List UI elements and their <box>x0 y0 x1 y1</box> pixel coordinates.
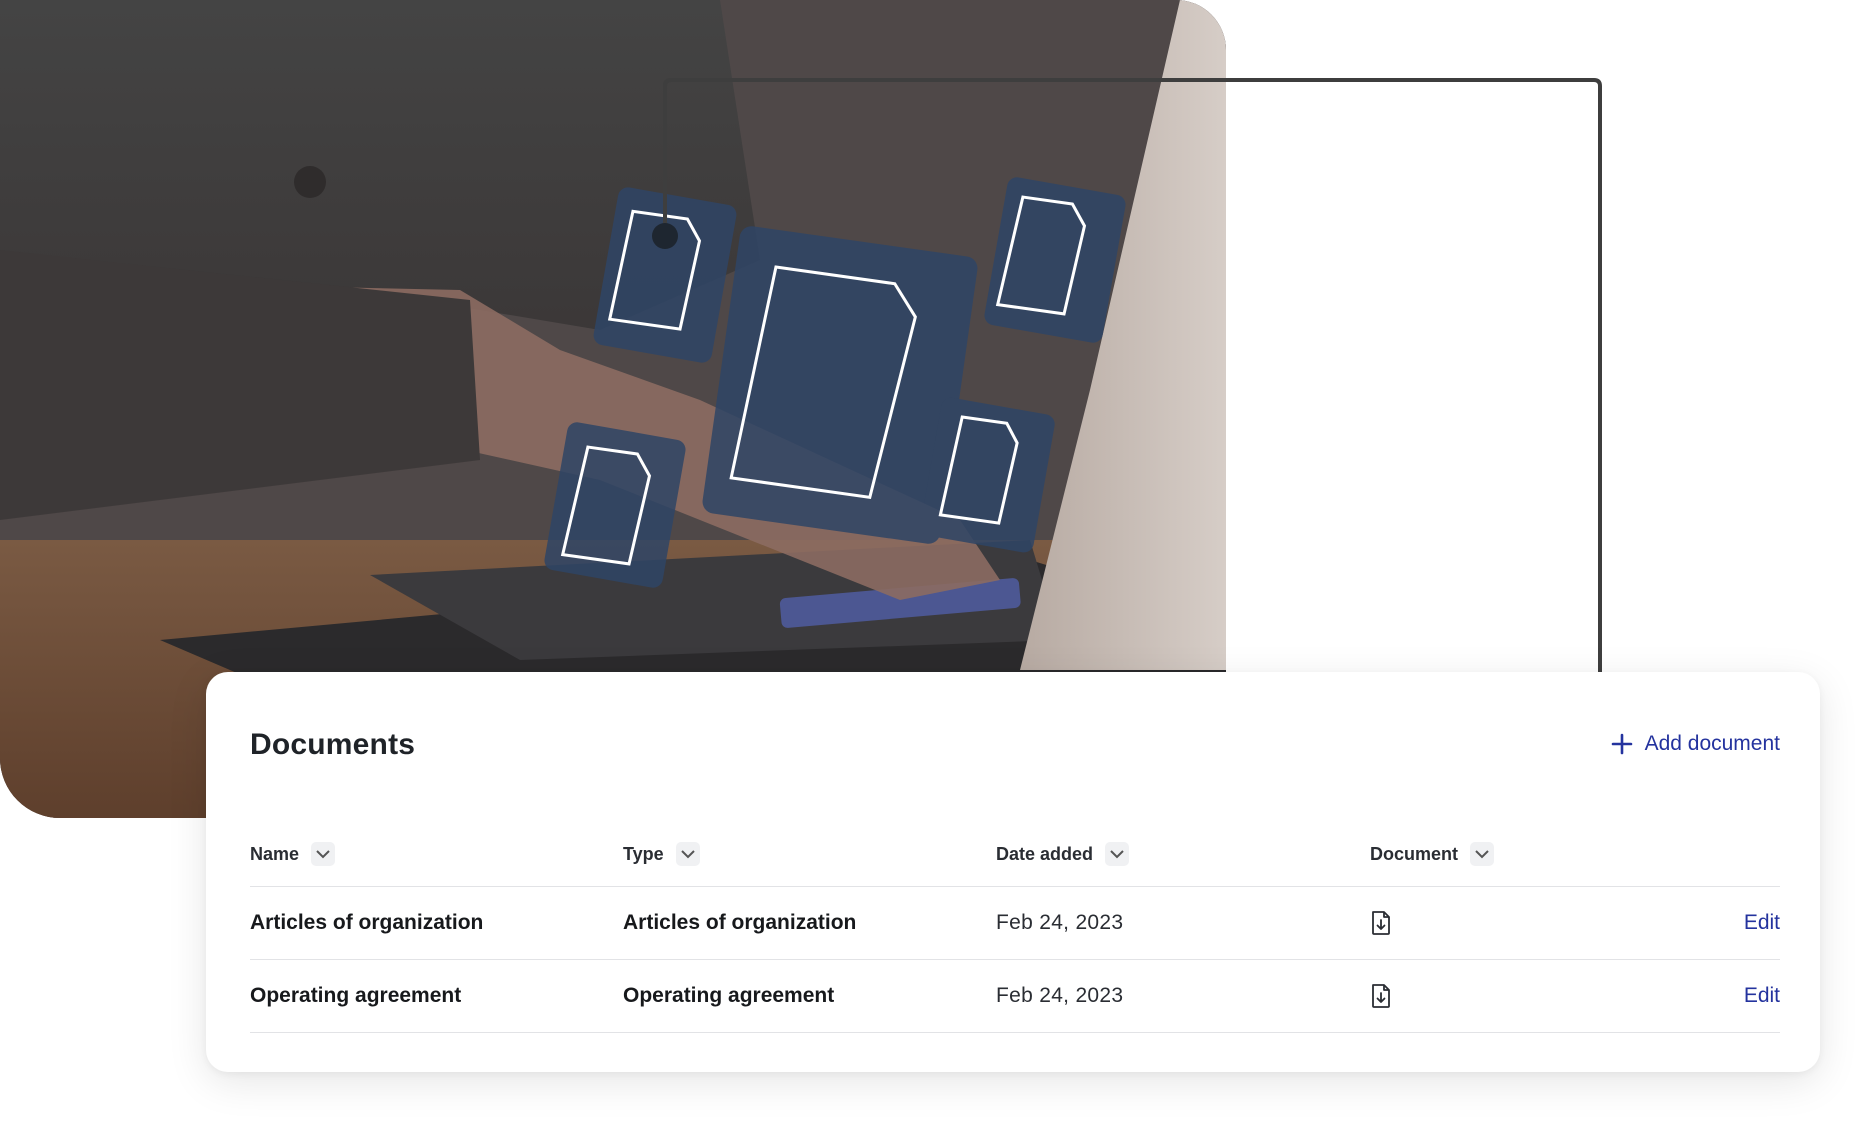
chevron-down-icon <box>1110 849 1124 858</box>
file-download-icon[interactable] <box>1370 983 1392 1009</box>
add-document-label: Add document <box>1644 732 1780 755</box>
file-download-icon[interactable] <box>1370 910 1392 936</box>
chevron-down-icon <box>316 849 330 858</box>
edit-link[interactable]: Edit <box>1744 984 1780 1008</box>
table-row: Articles of organization Articles of org… <box>250 887 1780 960</box>
table-header: Name Type Date added Document <box>250 822 1780 887</box>
table-row: Operating agreement Operating agreement … <box>250 960 1780 1033</box>
plus-icon <box>1611 733 1632 755</box>
column-header-date-added: Date added <box>996 822 1130 886</box>
sort-document-button[interactable] <box>1470 842 1495 866</box>
row-name: Articles of organization <box>250 911 484 934</box>
row-type: Operating agreement <box>623 984 835 1007</box>
row-name: Operating agreement <box>250 984 462 1007</box>
documents-table: Name Type Date added Document Articles o… <box>250 822 1780 1033</box>
row-date: Feb 24, 2023 <box>996 911 1124 934</box>
edit-link[interactable]: Edit <box>1744 911 1780 935</box>
column-header-type: Type <box>623 822 700 886</box>
column-label: Name <box>250 843 300 864</box>
column-header-document: Document <box>1370 822 1495 886</box>
sort-type-button[interactable] <box>675 842 700 866</box>
column-label: Date added <box>996 843 1094 864</box>
page-canvas: Documents Add document Name Type Date ad… <box>0 0 1873 1146</box>
card-title: Documents <box>250 728 416 761</box>
chevron-down-icon <box>680 849 695 858</box>
row-type: Articles of organization <box>623 911 857 934</box>
chevron-down-icon <box>1475 849 1489 858</box>
row-date: Feb 24, 2023 <box>996 984 1124 1007</box>
column-label: Document <box>1370 843 1459 864</box>
add-document-button[interactable]: Add document <box>1611 732 1780 756</box>
sort-name-button[interactable] <box>311 842 336 866</box>
column-header-name: Name <box>250 822 336 886</box>
column-label: Type <box>623 843 664 864</box>
documents-card: Documents Add document Name Type Date ad… <box>206 672 1820 1072</box>
sort-date-button[interactable] <box>1105 842 1130 866</box>
